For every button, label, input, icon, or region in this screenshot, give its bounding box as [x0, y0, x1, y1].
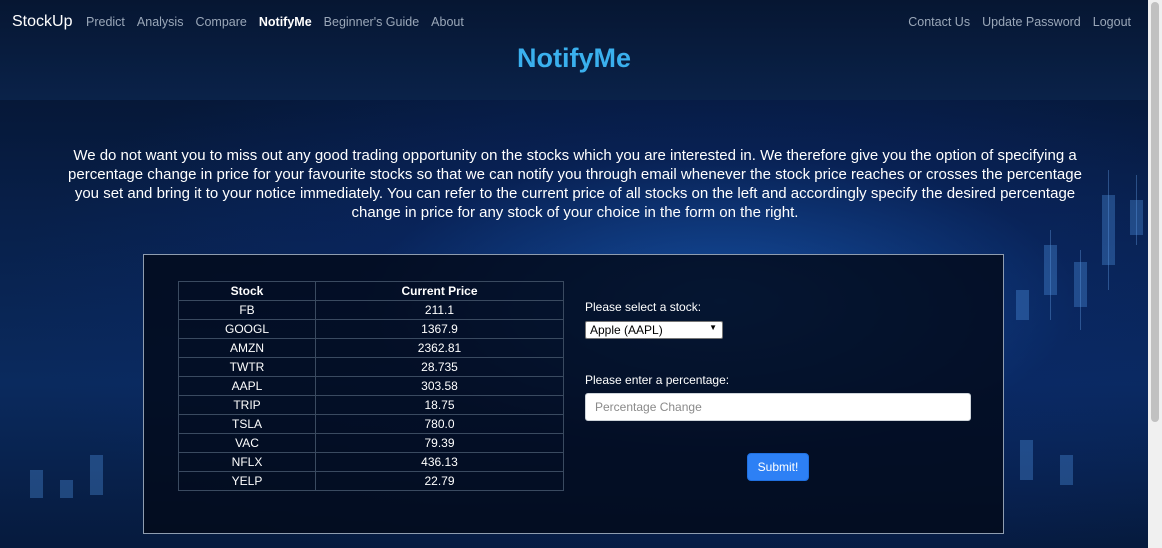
stock-symbol: TRIP [178, 395, 316, 415]
select-stock-label: Please select a stock: [585, 300, 702, 314]
stock-symbol: AMZN [178, 338, 316, 358]
table-row: TRIP 18.75 [178, 395, 564, 415]
table-row: AAPL 303.58 [178, 376, 564, 396]
stock-price: 79.39 [315, 433, 564, 453]
nav-right: Contact Us Update Password Logout [908, 15, 1131, 29]
stock-price: 211.1 [315, 300, 564, 320]
stock-symbol: YELP [178, 471, 316, 491]
stock-price-table: Stock Current Price FB 211.1 GOOGL 1367.9 … [178, 281, 564, 491]
nav-about[interactable]: About [431, 15, 464, 29]
table-row: YELP 22.79 [178, 471, 564, 491]
column-header-stock: Stock [178, 281, 316, 301]
nav-predict[interactable]: Predict [86, 15, 125, 29]
table-row: FB 211.1 [178, 300, 564, 320]
table-row: AMZN 2362.81 [178, 338, 564, 358]
stock-select-value: Apple (AAPL) [590, 323, 663, 337]
table-row: TSLA 780.0 [178, 414, 564, 434]
stock-symbol: GOOGL [178, 319, 316, 339]
column-header-price: Current Price [315, 281, 564, 301]
table-row: VAC 79.39 [178, 433, 564, 453]
nav-notifyme[interactable]: NotifyMe [259, 15, 312, 29]
scrollbar-thumb[interactable] [1151, 2, 1159, 422]
stock-price: 1367.9 [315, 319, 564, 339]
table-header-row: Stock Current Price [178, 281, 564, 301]
stock-select[interactable]: Apple (AAPL) ▼ [585, 321, 723, 339]
nav-contact-us[interactable]: Contact Us [908, 15, 970, 29]
page-title: NotifyMe [517, 43, 631, 73]
stock-symbol: TWTR [178, 357, 316, 377]
table-row: GOOGL 1367.9 [178, 319, 564, 339]
percentage-input[interactable] [585, 393, 971, 421]
stock-symbol: VAC [178, 433, 316, 453]
table-row: NFLX 436.13 [178, 452, 564, 472]
nav-logout[interactable]: Logout [1093, 15, 1131, 29]
stock-price: 436.13 [315, 452, 564, 472]
notify-panel: Stock Current Price FB 211.1 GOOGL 1367.9 … [143, 254, 1004, 534]
stock-price: 22.79 [315, 471, 564, 491]
chevron-down-icon: ▼ [709, 323, 717, 332]
stock-symbol: TSLA [178, 414, 316, 434]
nav-left: Predict Analysis Compare NotifyMe Beginn… [86, 15, 464, 29]
stock-price: 2362.81 [315, 338, 564, 358]
stock-price: 18.75 [315, 395, 564, 415]
stock-symbol: FB [178, 300, 316, 320]
top-navbar: StockUp Predict Analysis Compare NotifyM… [0, 0, 1148, 100]
nav-update-password[interactable]: Update Password [982, 15, 1081, 29]
stock-price: 303.58 [315, 376, 564, 396]
nav-compare[interactable]: Compare [195, 15, 246, 29]
stock-symbol: AAPL [178, 376, 316, 396]
page-scrollbar[interactable] [1148, 0, 1162, 548]
brand-logo[interactable]: StockUp [12, 13, 72, 31]
stock-price: 780.0 [315, 414, 564, 434]
submit-button[interactable]: Submit! [747, 453, 809, 481]
stock-symbol: NFLX [178, 452, 316, 472]
intro-text: We do not want you to miss out any good … [68, 147, 1082, 221]
stock-price: 28.735 [315, 357, 564, 377]
percentage-label: Please enter a percentage: [585, 373, 730, 387]
nav-analysis[interactable]: Analysis [137, 15, 184, 29]
nav-beginners-guide[interactable]: Beginner's Guide [324, 15, 420, 29]
table-row: TWTR 28.735 [178, 357, 564, 377]
